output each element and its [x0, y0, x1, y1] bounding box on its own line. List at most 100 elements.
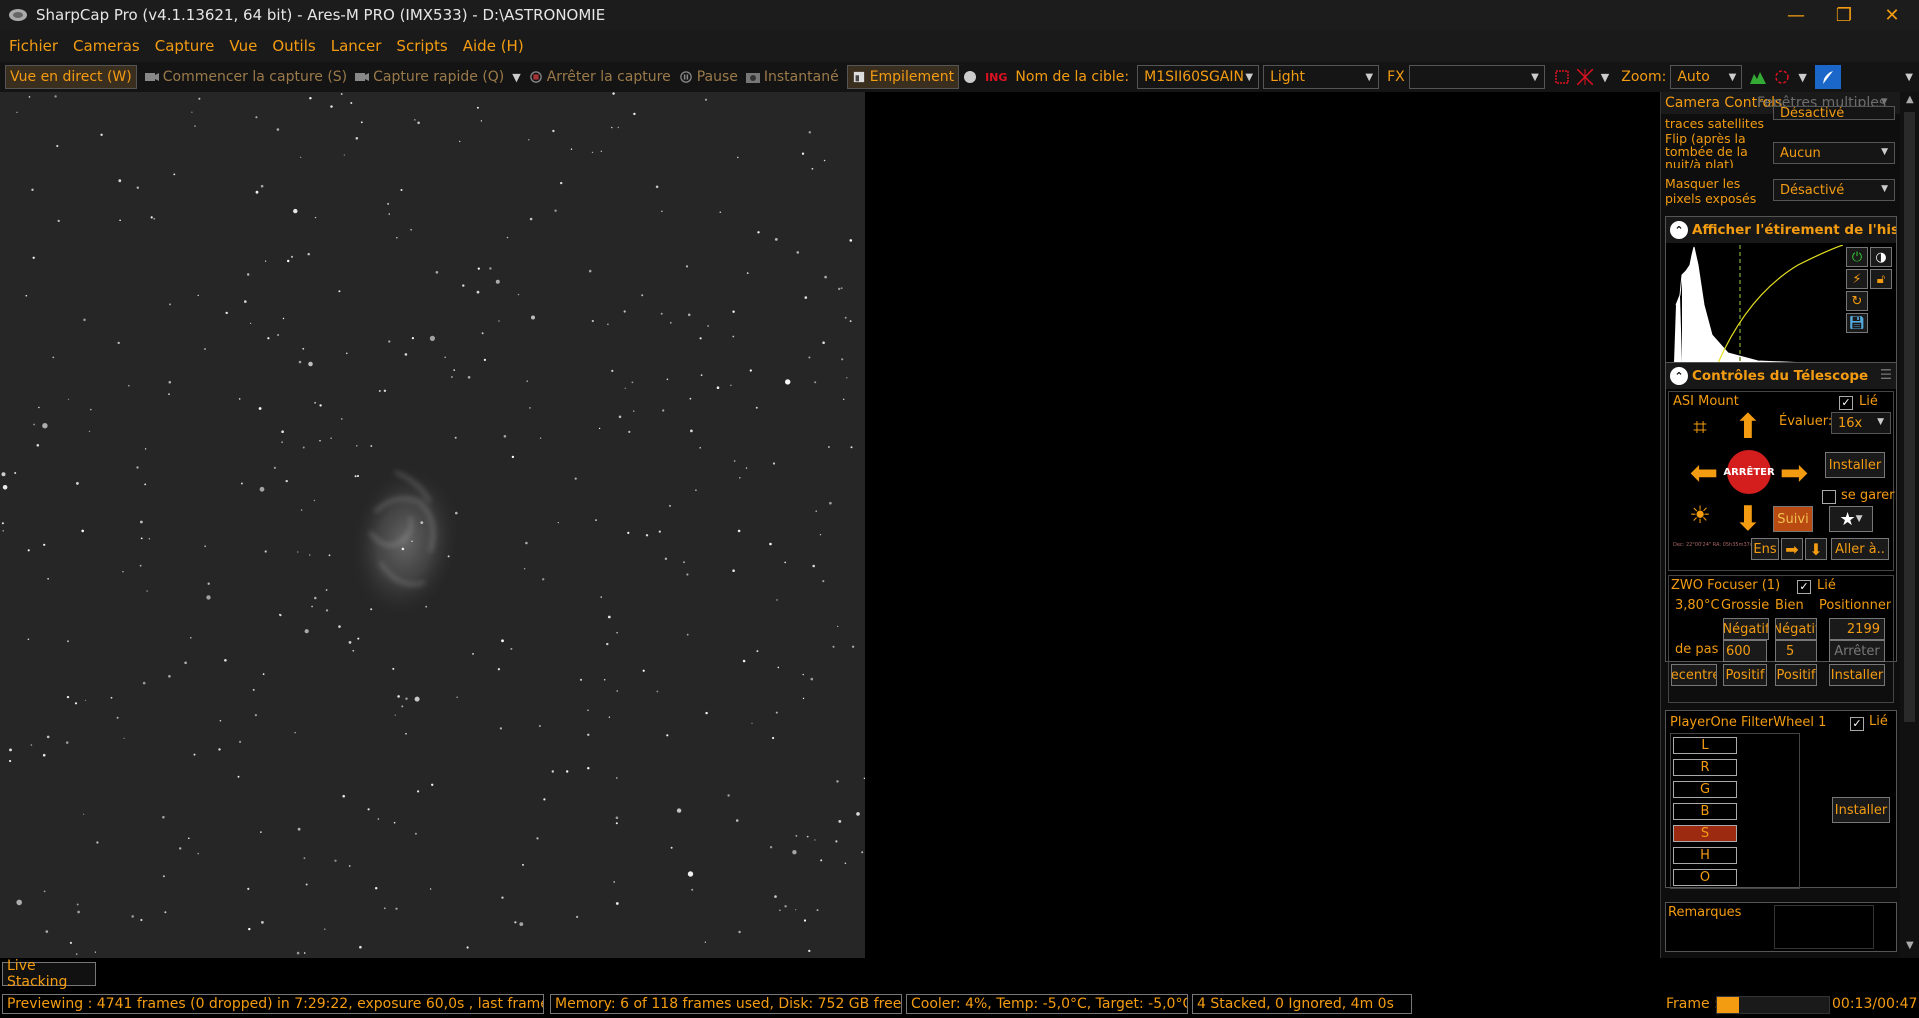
fx-combo[interactable]: ▼	[1408, 65, 1545, 89]
filter-o[interactable]: O	[1673, 869, 1737, 886]
lock-icon[interactable]: 🔓︎	[1870, 269, 1892, 289]
spiral-icon[interactable]: ⌗	[1683, 410, 1717, 444]
arrow-down-icon[interactable]: ⬇	[1727, 498, 1769, 540]
target-label: Nom de la cible:	[1015, 69, 1130, 85]
rate-combo[interactable]: 16x ▼	[1831, 412, 1891, 434]
minimize-button[interactable]: —	[1772, 0, 1820, 30]
restore-button[interactable]: ❐	[1820, 0, 1868, 30]
tracking-button[interactable]: Suivi	[1773, 506, 1813, 532]
quick-capture-dropdown-icon[interactable]: ▼	[508, 65, 524, 89]
positive-fine-button[interactable]: Positif	[1775, 664, 1817, 686]
lightning-icon[interactable]: ⚡	[1846, 269, 1868, 289]
focuser-linked-label: Lié	[1817, 578, 1836, 593]
menu-aide[interactable]: Aide (H)	[458, 37, 529, 55]
quick-capture-button[interactable]: Capture rapide (Q)	[351, 65, 508, 89]
pause-button[interactable]: Pause	[675, 65, 742, 89]
arrow-left-icon[interactable]: ⬅	[1683, 452, 1725, 494]
zoom-combo[interactable]: Auto ▼	[1670, 65, 1743, 89]
step-fine-input[interactable]: 5	[1775, 640, 1817, 662]
reticle-icon[interactable]	[1551, 65, 1573, 89]
position-value[interactable]: 2199	[1829, 618, 1885, 640]
target-name-combo[interactable]: M1SII60SGAIN ▼	[1137, 65, 1260, 89]
filter-b[interactable]: B	[1673, 803, 1737, 820]
negative-fine-button[interactable]: Négatif	[1775, 618, 1817, 640]
power-icon[interactable]: ⏻	[1846, 247, 1868, 267]
stacking-button[interactable]: Empilement	[846, 65, 960, 89]
ens-button[interactable]: Ens	[1751, 538, 1779, 560]
satellite-combo[interactable]: Désactivé	[1773, 106, 1895, 120]
step-coarse-input[interactable]: 600	[1723, 640, 1767, 662]
positive-coarse-button[interactable]: Positif	[1723, 664, 1767, 686]
histogram-header[interactable]: ⌃Afficher l'étirement de l'histogramme	[1666, 217, 1896, 243]
contrast-icon[interactable]: ◑	[1870, 247, 1892, 267]
telescope-header[interactable]: ⌃ Contrôles du Télescope ☰	[1666, 363, 1896, 389]
target-icon[interactable]	[1770, 65, 1794, 89]
mount-install-button[interactable]: Installer	[1825, 452, 1885, 478]
remarks-input[interactable]	[1774, 905, 1874, 949]
menu-scripts[interactable]: Scripts	[391, 37, 452, 55]
panel-scrollbar[interactable]: ▲ ▼	[1900, 92, 1919, 958]
menu-capture[interactable]: Capture	[150, 37, 220, 55]
goto-button[interactable]: Aller à..	[1831, 538, 1889, 560]
menu-lancer[interactable]: Lancer	[326, 37, 387, 55]
menu-vue[interactable]: Vue	[224, 37, 262, 55]
stop-button[interactable]: ARRÊTER	[1723, 450, 1775, 494]
filterwheel-install-button[interactable]: Installer	[1832, 797, 1890, 823]
live-stacking-tab[interactable]: Live Stacking	[2, 958, 96, 990]
negative-coarse-button[interactable]: Négatif	[1723, 618, 1769, 640]
filter-l[interactable]: L	[1673, 737, 1737, 754]
snapshot-button[interactable]: Instantané	[742, 65, 843, 89]
collapse-icon[interactable]: ⌃	[1670, 367, 1688, 385]
flip-value: Aucun	[1780, 145, 1821, 161]
image-view[interactable]	[0, 92, 865, 958]
arrow-right-icon[interactable]: ➡	[1773, 452, 1815, 494]
scroll-thumb[interactable]	[1904, 112, 1915, 722]
focuser-linked-checkbox[interactable]: ✓	[1797, 580, 1811, 594]
histogram-chart[interactable]	[1668, 245, 1843, 363]
planet-icon[interactable]	[959, 65, 981, 89]
stop-focuser-button[interactable]: Arrêter	[1829, 640, 1885, 662]
tools-dropdown-icon[interactable]: ▼	[1794, 65, 1810, 89]
save-icon[interactable]: 💾︎	[1846, 313, 1868, 333]
menu-icon[interactable]: ☰	[1880, 367, 1892, 383]
menu-cameras[interactable]: Cameras	[68, 37, 145, 55]
arrow-up-icon[interactable]: ⬆	[1727, 406, 1769, 448]
collapse-icon[interactable]: ⌃	[1670, 221, 1688, 239]
reticle-dropdown-icon[interactable]: ▼	[1597, 65, 1613, 89]
crosshair-icon[interactable]	[1573, 65, 1597, 89]
recenter-button[interactable]: Recentrer	[1671, 664, 1717, 686]
mask-combo[interactable]: Désactivé ▼	[1773, 179, 1895, 201]
ing-icon[interactable]: ING	[981, 65, 1011, 89]
sun-icon[interactable]: ☀	[1683, 498, 1717, 532]
close-button[interactable]: ✕	[1868, 0, 1916, 30]
arrow-down-small-icon[interactable]: ⬇	[1805, 538, 1827, 560]
frame-time: 00:13/00:47	[1832, 996, 1918, 1012]
filter-s[interactable]: S	[1673, 825, 1737, 842]
live-view-button[interactable]: Vue en direct (W)	[5, 65, 137, 89]
stop-capture-button[interactable]: Arrêter la capture	[525, 65, 675, 89]
chevron-down-icon: ▼	[1245, 72, 1254, 83]
camera-icon	[144, 73, 159, 81]
menu-fichier[interactable]: Fichier	[4, 37, 63, 55]
start-capture-button[interactable]: Commencer la capture (S)	[141, 65, 351, 89]
scroll-down-icon[interactable]: ▼	[1906, 940, 1914, 951]
filter-r[interactable]: R	[1673, 759, 1737, 776]
filter-h[interactable]: H	[1673, 847, 1737, 864]
reset-icon[interactable]: ↻	[1846, 291, 1868, 311]
histogram-section: ⌃Afficher l'étirement de l'histogramme ⏻…	[1665, 216, 1897, 364]
step-fine-value: 5	[1786, 643, 1795, 659]
focuser-install-button[interactable]: Installer	[1829, 664, 1885, 686]
park-checkbox[interactable]: ✓	[1822, 490, 1836, 504]
mount-linked-checkbox[interactable]: ✓	[1839, 396, 1853, 410]
toolbar-overflow-icon[interactable]: ▼	[1901, 65, 1917, 89]
star-icon[interactable]: ★ ▼	[1829, 506, 1873, 532]
histogram-icon[interactable]	[1746, 65, 1770, 89]
menu-outils[interactable]: Outils	[267, 37, 320, 55]
filterwheel-linked-checkbox[interactable]: ✓	[1850, 717, 1864, 731]
frame-type-combo[interactable]: Light ▼	[1263, 65, 1380, 89]
flip-combo[interactable]: Aucun ▼	[1773, 142, 1895, 164]
feather-icon[interactable]	[1814, 65, 1841, 89]
arrow-right-small-icon[interactable]: ➡	[1781, 538, 1803, 560]
scroll-up-icon[interactable]: ▲	[1906, 94, 1914, 105]
filter-g[interactable]: G	[1673, 781, 1737, 798]
